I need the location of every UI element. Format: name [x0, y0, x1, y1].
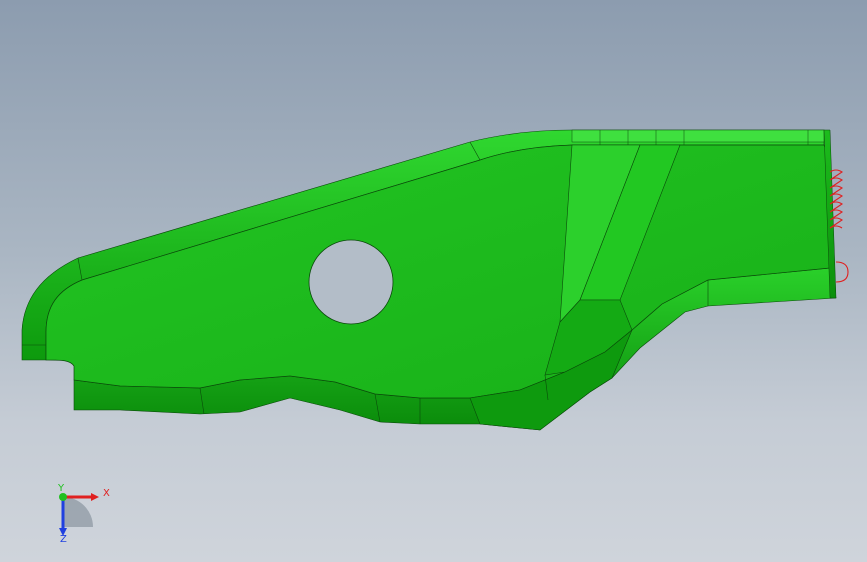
rim-highlight	[571, 129, 825, 143]
model-viewport[interactable]: X Y Z	[0, 0, 867, 562]
red-annotation-arc	[835, 261, 849, 283]
main-face	[45, 144, 831, 399]
bracket-part-model[interactable]	[0, 0, 867, 562]
mounting-hole[interactable]	[308, 239, 394, 325]
